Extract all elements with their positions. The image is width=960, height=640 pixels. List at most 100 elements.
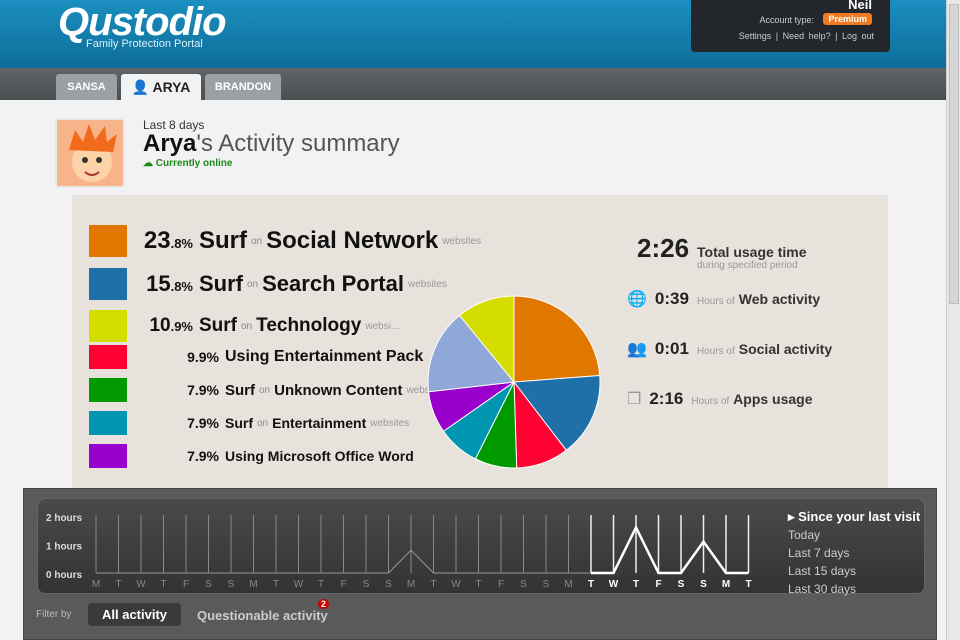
activity-row[interactable]: 10.9% Surf on Technology websi... (89, 310, 399, 342)
since-menu: ▸ Since your last visit Today Last 7 day… (788, 508, 920, 598)
color-swatch (89, 378, 127, 402)
activity-percent: 7.9% (187, 382, 219, 398)
day-label: T (318, 579, 324, 590)
usage-stat: 🌐 0:39 Hours of Web activity (627, 289, 820, 309)
total-usage-value: 2:26 (637, 233, 690, 263)
activity-target: Entertainment (272, 415, 367, 431)
status-text: Currently online (155, 158, 233, 169)
activity-verb: Using Microsoft Office Word (225, 448, 414, 464)
scrollbar[interactable] (946, 0, 960, 640)
day-label: T (273, 579, 279, 590)
color-swatch (89, 444, 127, 468)
day-label: T (633, 579, 639, 590)
pie-slice[interactable] (513, 295, 601, 383)
tab-arya[interactable]: 👤 ARYA (121, 74, 201, 100)
activity-target: Unknown Content (274, 381, 403, 399)
activity-row[interactable]: 15.8% Surf on Search Portal websites (89, 268, 447, 300)
day-label: T (115, 579, 121, 590)
day-label: F (498, 579, 504, 590)
activity-suffix: websites (442, 235, 482, 247)
color-swatch (89, 268, 127, 300)
activity-on: on (257, 417, 269, 429)
day-label: M (722, 579, 730, 590)
activity-percent: 7.9% (187, 415, 219, 431)
total-usage-label: Total usage time (697, 244, 807, 260)
activity-row[interactable]: 9.9% Using Entertainment Pack ... (89, 345, 444, 369)
since-last-visit[interactable]: ▸ Since your last visit (788, 508, 920, 526)
activity-percent: 23.8% (143, 227, 193, 254)
stat-label: Social activity (738, 341, 833, 357)
notification-badge: 2 (318, 599, 330, 609)
activity-verb: Using Entertainment Pack (225, 348, 424, 365)
activity-verb: Surf (225, 415, 253, 431)
usage-line (591, 524, 749, 575)
activity-percent: 7.9% (187, 448, 219, 464)
day-label: F (340, 579, 346, 590)
day-label: W (136, 579, 146, 590)
user-name: Neil (848, 0, 872, 12)
activity-target: Search Portal (262, 271, 404, 296)
tab-sansa[interactable]: SANSA (56, 74, 117, 100)
activity-verb: Surf (225, 381, 255, 399)
color-swatch (89, 411, 127, 435)
stat-label: Web activity (738, 291, 821, 307)
range-7-days[interactable]: Last 7 days (788, 544, 920, 562)
color-swatch (89, 310, 127, 342)
day-label: T (160, 579, 166, 590)
activity-percent: 15.8% (146, 271, 193, 296)
activity-pie-chart (427, 295, 601, 469)
activity-row[interactable]: 7.9% Surf on Unknown Content websites (89, 378, 445, 402)
since-title: Since your last visit (798, 509, 921, 524)
color-swatch (89, 225, 127, 257)
day-label: W (609, 579, 619, 590)
timeline-section: 2 hours 1 hours 0 hours M T W T F S S M T W T F S S M T W T F… (23, 488, 937, 640)
day-label: S (520, 579, 527, 590)
activity-suffix: websites (370, 417, 410, 429)
tab-brandon[interactable]: BRANDON (205, 74, 281, 100)
day-label: T (430, 579, 436, 590)
usage-stat: ❐ 2:16 Hours of Apps usage (627, 389, 813, 409)
logout-link[interactable]: Log out (842, 31, 874, 41)
range-15-days[interactable]: Last 15 days (788, 562, 920, 580)
activity-suffix: websites (407, 278, 447, 290)
questionable-activity-button[interactable]: Questionable activity (197, 608, 328, 623)
people-icon: 👥 (627, 341, 647, 358)
account-box: Neil Account type: Premium Settings | Ne… (691, 0, 890, 52)
day-label: S (700, 579, 707, 590)
child-name: Arya (143, 130, 197, 157)
activity-row[interactable]: 23.8% Surf on Social Network websites (89, 225, 481, 257)
hours-of-label: Hours of (691, 396, 730, 407)
stat-value: 2:16 (649, 389, 684, 408)
usage-timeline: 2 hours 1 hours 0 hours M T W T F S S M T W T F S S M T W T F… (37, 498, 925, 596)
range-30-days[interactable]: Last 30 days (788, 580, 920, 598)
all-activity-button[interactable]: All activity (88, 603, 182, 626)
usage-stat: 👥 0:01 Hours of Social activity (627, 339, 832, 359)
apps-icon: ❐ (627, 391, 642, 408)
stat-value: 0:39 (654, 289, 689, 308)
avatar (55, 118, 125, 188)
day-label: S (543, 579, 550, 590)
page-title: Arya's Activity summary (143, 130, 400, 158)
header: Qustodio Family Protection Portal Neil A… (0, 0, 946, 68)
day-label: M (564, 579, 572, 590)
activity-row[interactable]: 7.9% Using Microsoft Office Word (89, 444, 426, 468)
hours-of-label: Hours of (696, 346, 735, 357)
activity-verb: Surf (199, 271, 243, 296)
settings-link[interactable]: Settings (739, 31, 772, 41)
activity-on: on (247, 278, 259, 290)
account-type-label: Account type: (759, 15, 814, 25)
activity-row[interactable]: 7.9% Surf on Entertainment websites (89, 411, 409, 435)
filter-label: Filter by (36, 609, 72, 620)
day-label: M (407, 579, 415, 590)
scrollbar-thumb[interactable] (949, 4, 959, 304)
activity-verb: Surf (199, 227, 247, 254)
activity-summary-panel: 23.8% Surf on Social Network websites 15… (72, 195, 888, 495)
activity-percent: 9.9% (187, 349, 219, 365)
y-axis-label: 2 hours (46, 513, 83, 524)
range-today[interactable]: Today (788, 526, 920, 544)
help-link[interactable]: Need help? (783, 31, 831, 41)
online-status: ☁ Currently online (143, 158, 233, 169)
activity-on: on (251, 235, 263, 247)
logo-subtitle: Family Protection Portal (86, 38, 203, 50)
day-label: S (205, 579, 212, 590)
